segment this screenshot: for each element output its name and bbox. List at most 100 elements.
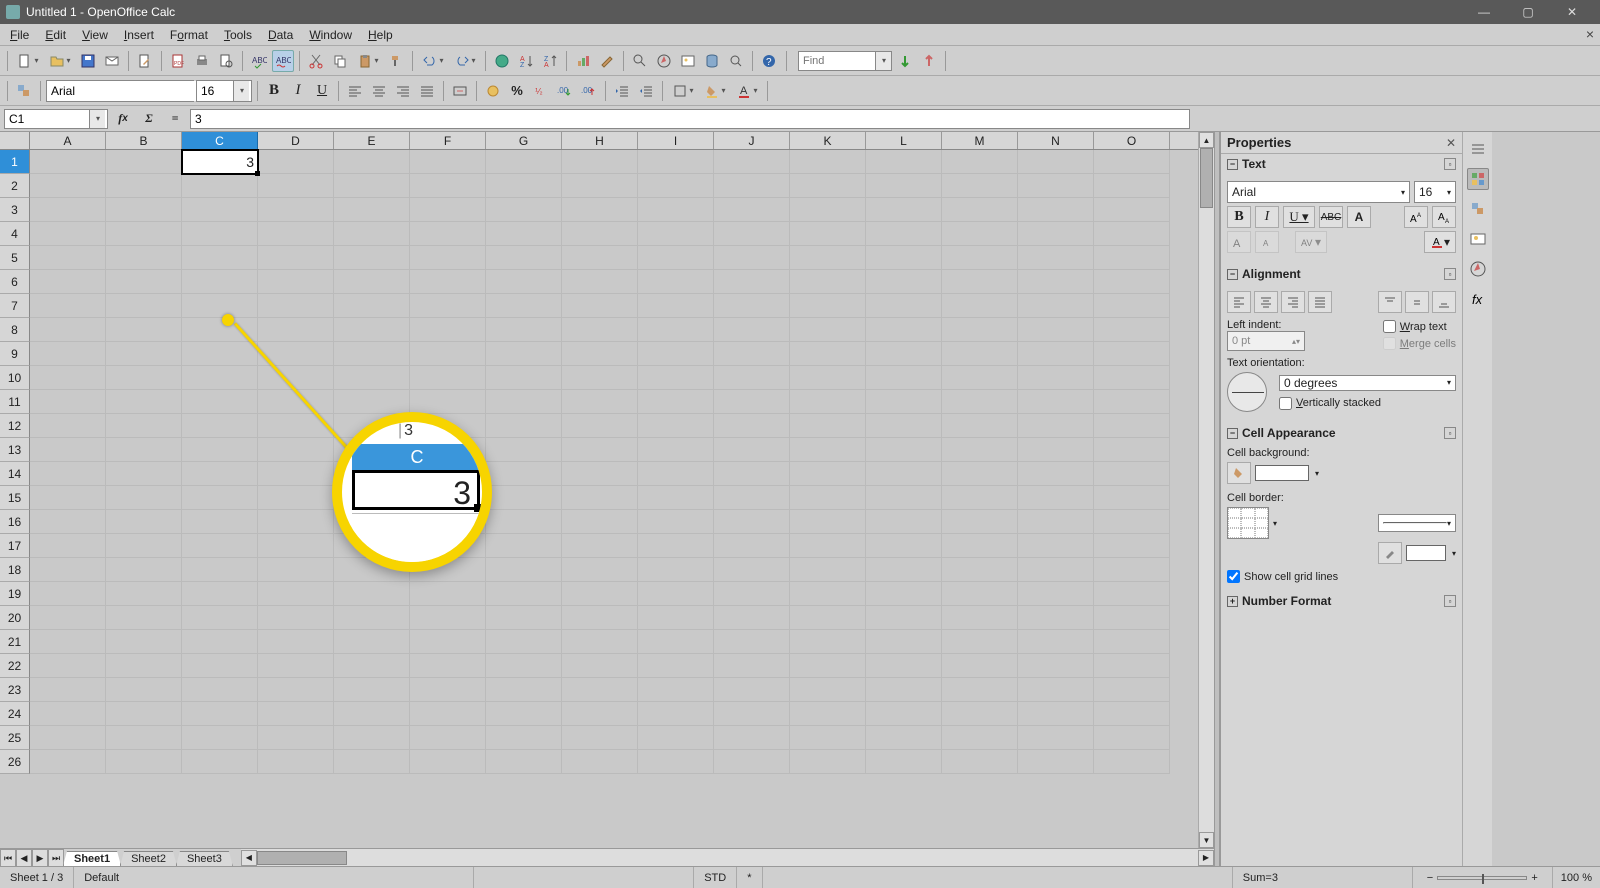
align-center-button[interactable] [368,80,390,102]
cell-I2[interactable] [638,174,714,198]
cell-M18[interactable] [942,558,1018,582]
cell-G18[interactable] [486,558,562,582]
cell-O8[interactable] [1094,318,1170,342]
cell-N22[interactable] [1018,654,1094,678]
align-left-button[interactable] [344,80,366,102]
font-color-button[interactable]: A▾ [732,80,762,102]
cell-A4[interactable] [30,222,106,246]
cell-I15[interactable] [638,486,714,510]
find-prev-button[interactable] [918,50,940,72]
cell-B3[interactable] [106,198,182,222]
panel-valign-top[interactable] [1378,291,1402,313]
cell-J24[interactable] [714,702,790,726]
cell-B2[interactable] [106,174,182,198]
cell-D10[interactable] [258,366,334,390]
cell-N8[interactable] [1018,318,1094,342]
cell-G1[interactable] [486,150,562,174]
cell-J5[interactable] [714,246,790,270]
cell-B25[interactable] [106,726,182,750]
cell-G3[interactable] [486,198,562,222]
cell-J17[interactable] [714,534,790,558]
cell-H17[interactable] [562,534,638,558]
cell-C2[interactable] [182,174,258,198]
cell-F10[interactable] [410,366,486,390]
tab-first-button[interactable]: ⏮ [0,849,16,867]
cell-F23[interactable] [410,678,486,702]
cell-H23[interactable] [562,678,638,702]
cell-B8[interactable] [106,318,182,342]
row-header-23[interactable]: 23 [0,678,30,702]
panel-strike-button[interactable]: ABC [1319,206,1343,228]
cell-F1[interactable] [410,150,486,174]
menu-format[interactable]: Format [162,26,216,44]
cell-K13[interactable] [790,438,866,462]
sidebar-functions-icon[interactable]: fx [1467,288,1489,310]
cell-N15[interactable] [1018,486,1094,510]
cell-B11[interactable] [106,390,182,414]
row-header-25[interactable]: 25 [0,726,30,750]
cell-H7[interactable] [562,294,638,318]
cell-J18[interactable] [714,558,790,582]
cell-L20[interactable] [866,606,942,630]
row-header-4[interactable]: 4 [0,222,30,246]
panel-underline-button[interactable]: U ▾ [1283,206,1315,228]
equals-button[interactable]: = [164,109,186,129]
cell-F6[interactable] [410,270,486,294]
cell-J15[interactable] [714,486,790,510]
cell-B23[interactable] [106,678,182,702]
zoom-button[interactable] [725,50,747,72]
column-header-N[interactable]: N [1018,132,1094,149]
chart-button[interactable] [572,50,594,72]
cell-K24[interactable] [790,702,866,726]
cell-M19[interactable] [942,582,1018,606]
panel-decrease-font-button[interactable]: A [1255,231,1279,253]
cell-O24[interactable] [1094,702,1170,726]
cell-E26[interactable] [334,750,410,774]
cell-K23[interactable] [790,678,866,702]
cell-I7[interactable] [638,294,714,318]
row-header-6[interactable]: 6 [0,270,30,294]
column-header-M[interactable]: M [942,132,1018,149]
panel-align-left[interactable] [1227,291,1251,313]
vertically-stacked-checkbox[interactable]: Vertically stacked [1279,397,1456,410]
cell-F20[interactable] [410,606,486,630]
cell-G4[interactable] [486,222,562,246]
cell-L3[interactable] [866,198,942,222]
cell-K7[interactable] [790,294,866,318]
select-all-corner[interactable] [0,132,30,149]
cell-O21[interactable] [1094,630,1170,654]
cell-O16[interactable] [1094,510,1170,534]
format-paintbrush-button[interactable] [385,50,407,72]
panel-italic-button[interactable]: I [1255,206,1279,228]
cell-N21[interactable] [1018,630,1094,654]
cell-G8[interactable] [486,318,562,342]
close-document-button[interactable]: × [1586,26,1594,42]
cell-O6[interactable] [1094,270,1170,294]
cell-O25[interactable] [1094,726,1170,750]
cell-O14[interactable] [1094,462,1170,486]
cell-L17[interactable] [866,534,942,558]
cell-F7[interactable] [410,294,486,318]
find-replace-button[interactable] [629,50,651,72]
font-size-input[interactable] [197,81,233,101]
cell-M3[interactable] [942,198,1018,222]
cell-K20[interactable] [790,606,866,630]
cell-G25[interactable] [486,726,562,750]
sum-button[interactable]: Σ [138,109,160,129]
cell-L21[interactable] [866,630,942,654]
cell-E5[interactable] [334,246,410,270]
vertical-scroll-thumb[interactable] [1200,148,1213,208]
cell-J13[interactable] [714,438,790,462]
cell-A19[interactable] [30,582,106,606]
print-button[interactable] [191,50,213,72]
cell-F2[interactable] [410,174,486,198]
cell-J25[interactable] [714,726,790,750]
properties-close-button[interactable]: ✕ [1446,136,1456,150]
cell-F21[interactable] [410,630,486,654]
find-next-button[interactable] [894,50,916,72]
cell-E2[interactable] [334,174,410,198]
panel-super-button[interactable]: AA [1404,206,1428,228]
cell-B4[interactable] [106,222,182,246]
cell-K3[interactable] [790,198,866,222]
cell-I18[interactable] [638,558,714,582]
